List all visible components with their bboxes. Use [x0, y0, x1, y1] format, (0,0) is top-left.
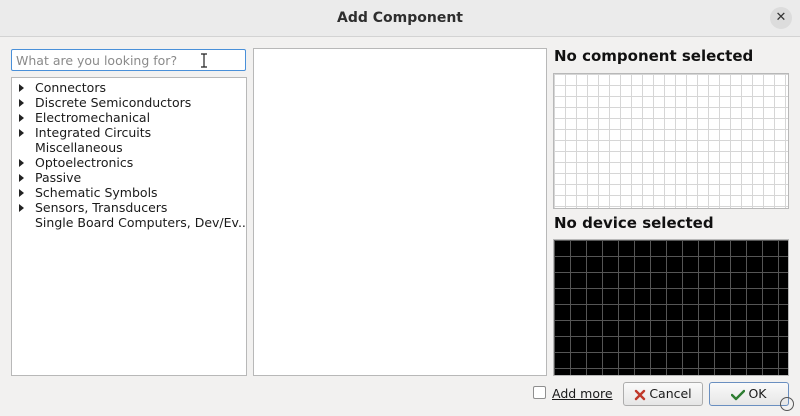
close-button[interactable]: ✕ — [770, 7, 792, 29]
ok-label: OK — [748, 386, 767, 401]
tree-item-label: Miscellaneous — [35, 140, 123, 155]
tree-item-label: Connectors — [35, 80, 106, 95]
expand-arrow-icon[interactable] — [19, 129, 24, 137]
ok-button[interactable]: OK — [709, 382, 789, 406]
tree-item-label: Optoelectronics — [35, 155, 134, 170]
tree-item-single-board-computers[interactable]: Single Board Computers, Dev/Ev... — [12, 215, 246, 230]
expand-arrow-icon[interactable] — [19, 99, 24, 107]
close-icon: ✕ — [775, 10, 787, 25]
cancel-label: Cancel — [649, 386, 692, 401]
symbol-preview-canvas[interactable] — [553, 73, 789, 209]
text-cursor-icon — [201, 53, 207, 68]
library-tree[interactable]: Connectors Discrete Semiconductors Elect… — [11, 77, 247, 376]
expand-arrow-icon[interactable] — [19, 204, 24, 212]
cancel-icon — [635, 389, 646, 400]
tree-item-label: Electromechanical — [35, 110, 151, 125]
expand-arrow-icon[interactable] — [19, 174, 24, 182]
expand-arrow-icon[interactable] — [19, 114, 24, 122]
tree-item-label: Single Board Computers, Dev/Ev... — [35, 215, 246, 230]
title-bar: Add Component ✕ — [0, 0, 800, 37]
component-heading: No component selected — [554, 47, 754, 65]
window-title: Add Component — [337, 10, 463, 26]
cancel-button[interactable]: Cancel — [623, 382, 703, 406]
expand-arrow-icon[interactable] — [19, 84, 24, 92]
footprint-preview-canvas[interactable] — [553, 239, 789, 376]
tree-item-integrated-circuits[interactable]: Integrated Circuits — [12, 125, 246, 140]
component-results-list[interactable] — [253, 48, 547, 376]
tree-item-schematic-symbols[interactable]: Schematic Symbols — [12, 185, 246, 200]
tree-item-electromechanical[interactable]: Electromechanical — [12, 110, 246, 125]
tree-item-discrete-semiconductors[interactable]: Discrete Semiconductors — [12, 95, 246, 110]
tree-item-label: Passive — [35, 170, 82, 185]
tree-item-optoelectronics[interactable]: Optoelectronics — [12, 155, 246, 170]
ok-icon — [731, 389, 746, 400]
expand-arrow-icon[interactable] — [19, 189, 24, 197]
expand-arrow-icon[interactable] — [19, 159, 24, 167]
tree-item-label: Integrated Circuits — [35, 125, 152, 140]
add-more-checkbox[interactable] — [533, 386, 546, 399]
device-heading: No device selected — [554, 214, 714, 232]
tree-item-connectors[interactable]: Connectors — [12, 80, 246, 95]
add-more-mnemonic: Add more — [552, 386, 613, 401]
search-input[interactable] — [11, 49, 246, 71]
tree-item-label: Schematic Symbols — [35, 185, 158, 200]
resize-grip-icon[interactable] — [780, 397, 794, 411]
tree-item-miscellaneous[interactable]: Miscellaneous — [12, 140, 246, 155]
add-more-label[interactable]: Add more — [552, 386, 613, 401]
tree-item-passive[interactable]: Passive — [12, 170, 246, 185]
tree-item-sensors-transducers[interactable]: Sensors, Transducers — [12, 200, 246, 215]
tree-item-label: Discrete Semiconductors — [35, 95, 192, 110]
tree-item-label: Sensors, Transducers — [35, 200, 168, 215]
